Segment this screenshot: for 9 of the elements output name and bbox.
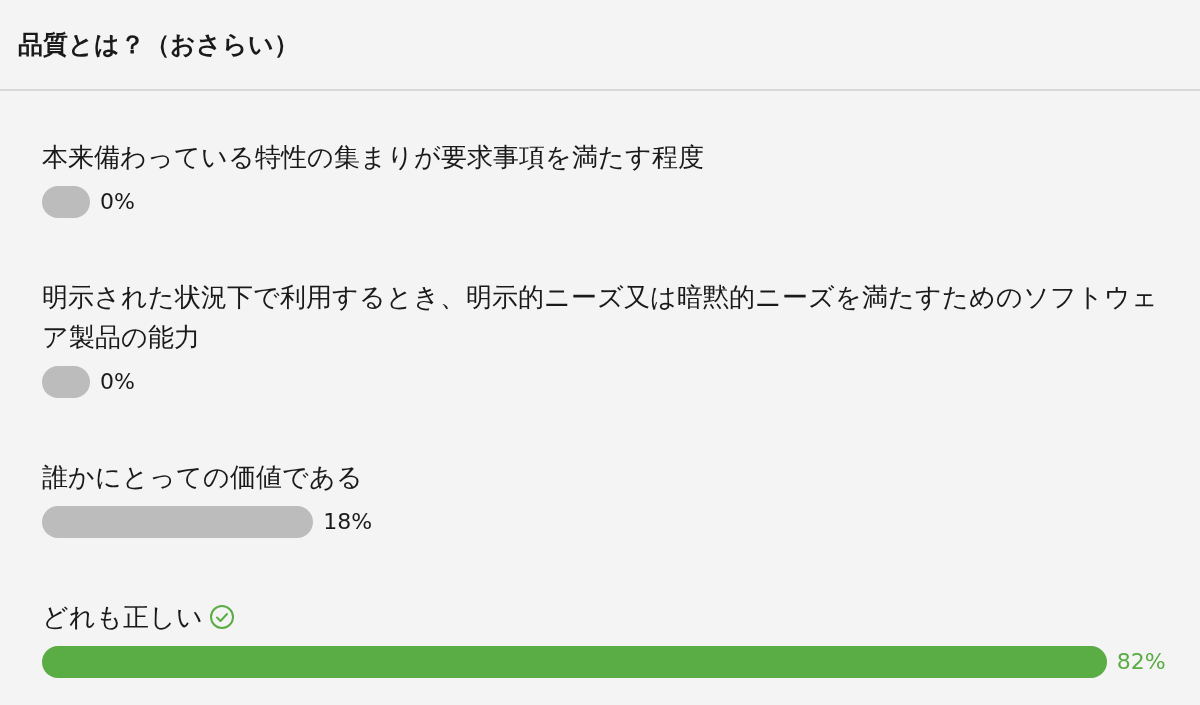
poll-title: 品質とは？（おさらい） — [18, 28, 299, 61]
percent-label: 0% — [100, 188, 135, 216]
option-label: 明示された状況下で利用するとき、明示的ニーズ又は暗黙的ニーズを満たすためのソフトウェア製品の能力 — [42, 281, 1159, 354]
percent-label: 82% — [1116, 648, 1166, 676]
percent-label: 0% — [100, 368, 135, 396]
option-label: どれも正しい — [42, 601, 203, 634]
option-label: 本来備わっている特性の集まりが要求事項を満たす程度 — [42, 141, 704, 174]
option-label: 誰かにとっての価値である — [42, 461, 363, 494]
percent-label: 18% — [323, 508, 373, 536]
